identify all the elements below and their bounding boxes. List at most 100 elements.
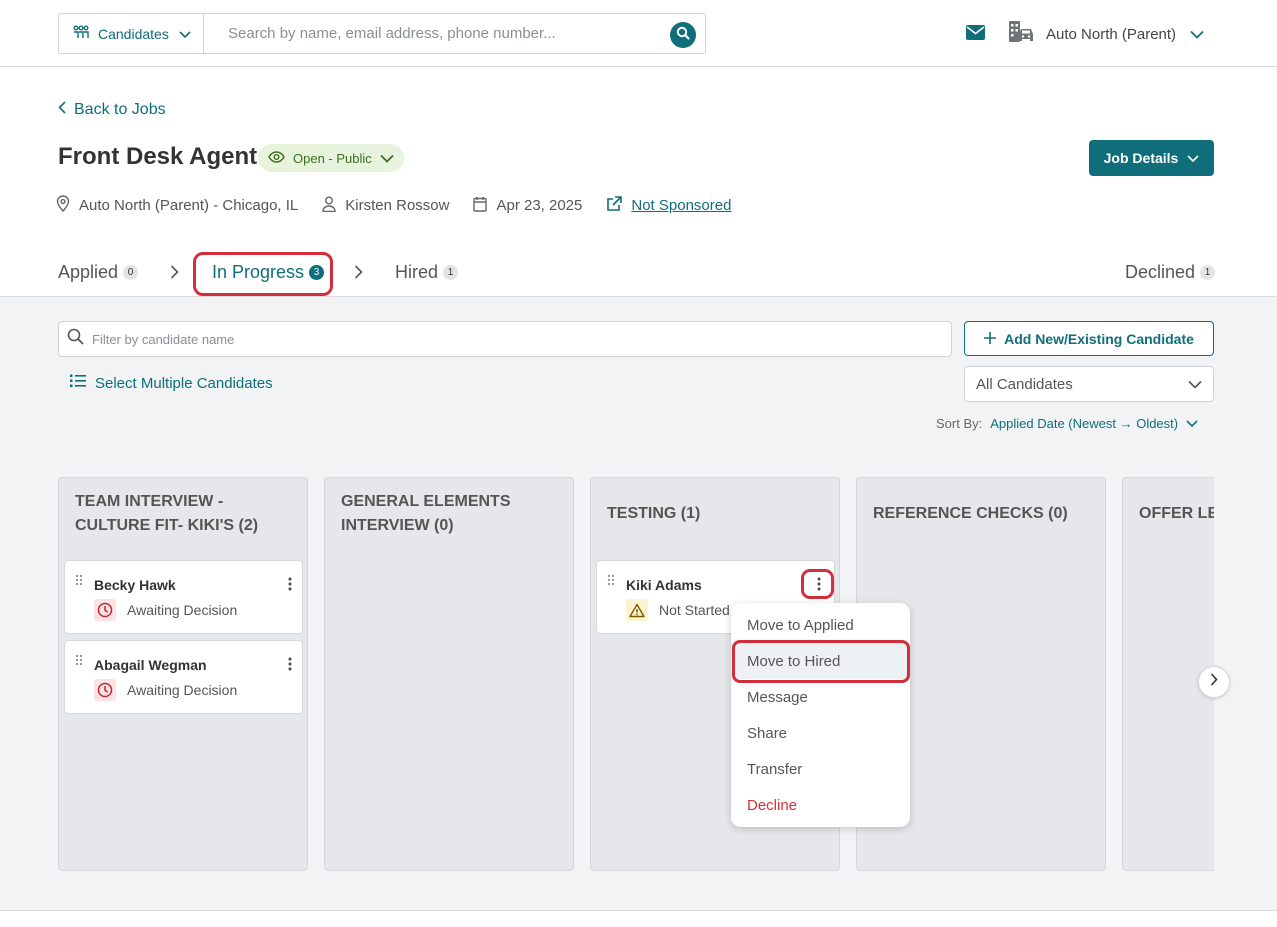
candidate-card[interactable]: Becky Hawk Awaiting Decision	[64, 560, 303, 634]
chevron-down-icon	[380, 151, 394, 166]
tab-hired[interactable]: Hired 1	[395, 262, 459, 283]
chevron-right-icon	[170, 265, 179, 284]
sponsorship: Not Sponsored	[606, 195, 731, 216]
people-icon	[72, 25, 90, 42]
column-title: OFFER LETTER	[1139, 505, 1214, 522]
pipeline-content: Add New/Existing Candidate Select Multip…	[0, 297, 1277, 911]
back-link-label: Back to Jobs	[74, 101, 166, 118]
add-candidate-label: Add New/Existing Candidate	[1004, 330, 1194, 347]
column-title: REFERENCE CHECKS (0)	[873, 505, 1068, 522]
sort-dropdown[interactable]: Applied Date (Newest → Oldest)	[990, 416, 1178, 431]
more-options-icon[interactable]	[288, 577, 292, 596]
count-badge: 3	[309, 265, 325, 280]
chevron-down-icon	[1188, 376, 1202, 393]
candidates-filter-value: All Candidates	[976, 375, 1073, 393]
search-icon	[67, 328, 84, 350]
search-field	[204, 14, 705, 53]
clock-icon	[94, 679, 116, 701]
eye-icon	[268, 150, 285, 166]
more-options-icon[interactable]	[288, 657, 292, 676]
person-icon	[322, 196, 336, 216]
job-location: Auto North (Parent) - Chicago, IL	[56, 195, 298, 216]
drag-handle-icon[interactable]	[75, 573, 83, 591]
search-input[interactable]	[228, 25, 658, 42]
calendar-icon	[473, 196, 488, 216]
pipeline-column: GENERAL ELEMENTS INTERVIEW (0)	[324, 477, 574, 871]
candidate-name[interactable]: Becky Hawk	[94, 577, 176, 593]
sort-control: Sort By: Applied Date (Newest → Oldest)	[936, 416, 1198, 431]
count-badge: 1	[1200, 265, 1216, 280]
job-date: Apr 23, 2025	[473, 196, 582, 216]
add-candidate-button[interactable]: Add New/Existing Candidate	[964, 321, 1214, 356]
organization-name: Auto North (Parent)	[1046, 25, 1177, 43]
stage-tabs: Applied 0 In Progress 3 Hired 1 Declined…	[0, 248, 1277, 297]
tab-applied[interactable]: Applied 0	[58, 262, 139, 283]
search-button[interactable]	[670, 22, 696, 48]
job-details-button[interactable]: Job Details	[1089, 140, 1214, 176]
job-details-label: Job Details	[1103, 150, 1179, 166]
drag-handle-icon[interactable]	[75, 653, 83, 671]
mail-icon[interactable]	[966, 25, 985, 45]
candidate-filter-input[interactable]	[92, 331, 912, 347]
job-recruiter: Kirsten Rossow	[322, 196, 449, 216]
count-badge: 1	[443, 265, 459, 280]
candidate-status: Not Started	[626, 599, 730, 621]
tab-label: Applied	[58, 262, 119, 282]
tab-in-progress[interactable]: In Progress 3	[212, 262, 325, 283]
tab-label: In Progress	[212, 262, 305, 282]
job-location-text: Auto North (Parent) - Chicago, IL	[79, 197, 299, 214]
candidate-status: Awaiting Decision	[94, 679, 237, 701]
menu-item-transfer[interactable]: Transfer	[731, 751, 910, 787]
not-sponsored-link[interactable]: Not Sponsored	[631, 197, 731, 214]
external-link-icon	[606, 195, 623, 216]
chevron-left-icon	[58, 101, 66, 119]
candidate-status-text: Awaiting Decision	[127, 602, 238, 618]
candidate-status-text: Awaiting Decision	[127, 682, 238, 698]
job-status-label: Open - Public	[293, 150, 372, 166]
chevron-down-icon	[1190, 26, 1204, 43]
candidate-name[interactable]: Abagail Wegman	[94, 657, 207, 673]
candidate-filter	[58, 321, 952, 357]
warning-icon	[626, 599, 648, 621]
menu-item-share[interactable]: Share	[731, 715, 910, 751]
count-badge: 0	[123, 265, 139, 280]
organization-switcher[interactable]: Auto North (Parent)	[1008, 20, 1204, 48]
tab-declined[interactable]: Declined 1	[1125, 262, 1216, 283]
global-search: Candidates	[58, 13, 706, 54]
candidate-status: Awaiting Decision	[94, 599, 237, 621]
scroll-right-button[interactable]	[1198, 666, 1230, 698]
column-title: GENERAL ELEMENTS INTERVIEW (0)	[341, 493, 511, 534]
tab-label: Declined	[1125, 262, 1196, 282]
menu-item-move-to-applied[interactable]: Move to Applied	[731, 607, 910, 643]
candidate-card[interactable]: Abagail Wegman Awaiting Decision	[64, 640, 303, 714]
job-recruiter-text: Kirsten Rossow	[345, 197, 450, 214]
job-status-dropdown[interactable]: Open - Public	[258, 144, 404, 172]
candidates-filter-select[interactable]: All Candidates	[964, 366, 1214, 402]
drag-handle-icon[interactable]	[607, 573, 615, 591]
job-title: Front Desk Agent	[58, 143, 258, 170]
chevron-right-icon	[354, 265, 363, 284]
back-to-jobs-link[interactable]: Back to Jobs	[58, 101, 166, 119]
pipeline-board: TEAM INTERVIEW - CULTURE FIT- KIKI'S (2)…	[58, 477, 1214, 871]
sort-label: Sort By:	[936, 416, 983, 431]
search-scope-label: Candidates	[98, 25, 169, 42]
building-car-icon	[1008, 20, 1034, 48]
search-scope-dropdown[interactable]: Candidates	[59, 14, 204, 53]
menu-item-move-to-hired[interactable]: Move to Hired	[731, 643, 910, 679]
job-meta: Auto North (Parent) - Chicago, IL Kirste…	[56, 195, 755, 216]
search-icon	[676, 26, 690, 45]
select-multiple-button[interactable]: Select Multiple Candidates	[70, 374, 273, 392]
menu-item-decline[interactable]: Decline	[731, 787, 910, 823]
plus-icon	[984, 331, 997, 347]
list-icon	[70, 374, 86, 392]
column-title: TESTING (1)	[607, 505, 701, 522]
chevron-down-icon	[1187, 150, 1199, 166]
clock-icon	[94, 599, 116, 621]
chevron-down-icon[interactable]	[1186, 416, 1198, 431]
column-title: TEAM INTERVIEW - CULTURE FIT- KIKI'S (2)	[75, 493, 259, 534]
candidate-actions-menu: Move to Applied Move to Hired Message Sh…	[731, 603, 910, 827]
candidate-name[interactable]: Kiki Adams	[626, 577, 702, 593]
more-options-icon[interactable]	[817, 577, 821, 596]
menu-item-message[interactable]: Message	[731, 679, 910, 715]
tab-label: Hired	[395, 262, 439, 282]
